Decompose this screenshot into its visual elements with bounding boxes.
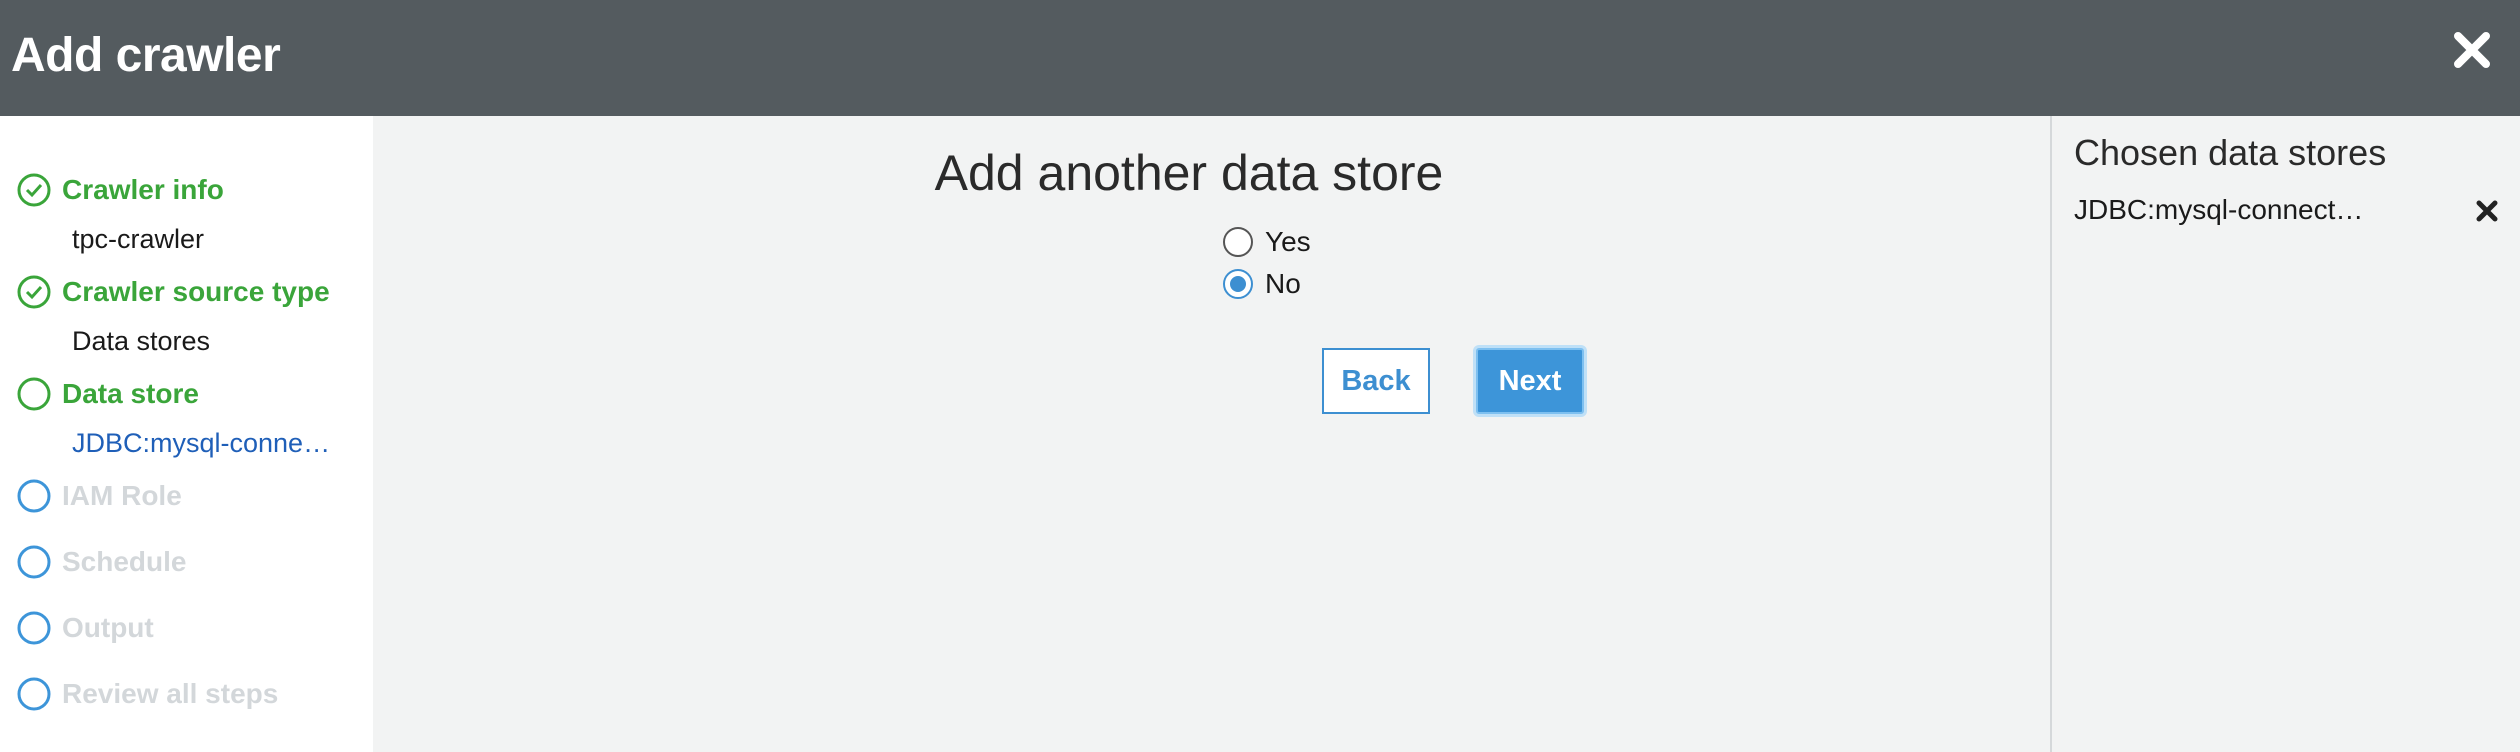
radio-button[interactable]: [1223, 227, 1253, 257]
main-content: Add another data store Yes No Back Next: [373, 116, 2050, 752]
page-title: Add another data store: [934, 145, 1444, 201]
circle-icon: [17, 479, 51, 513]
radio-button-selected[interactable]: [1223, 269, 1253, 299]
step-crawler-info[interactable]: Crawler info: [16, 170, 224, 210]
data-store-item: JDBC:mysql-connect…: [2074, 194, 2364, 225]
step-label: IAM Role: [62, 480, 182, 511]
step-value: Data stores: [72, 326, 211, 356]
panel-title: Chosen data stores: [2074, 132, 2387, 173]
step-data-store[interactable]: Data store: [16, 374, 199, 414]
chosen-data-stores-panel: Chosen data stores JDBC:mysql-connect…: [2050, 116, 2520, 752]
step-label: Schedule: [62, 546, 187, 577]
radio-label: No: [1265, 268, 1301, 299]
circle-icon: [17, 377, 51, 411]
step-iam-role: IAM Role: [16, 476, 182, 516]
step-review: Review all steps: [16, 674, 278, 714]
next-button[interactable]: Next: [1476, 348, 1584, 414]
step-label: Crawler info: [62, 174, 224, 205]
check-circle-icon: [17, 275, 51, 309]
circle-icon: [17, 677, 51, 711]
remove-icon[interactable]: [2474, 198, 2500, 224]
step-crawler-source-type[interactable]: Crawler source type: [16, 272, 330, 312]
step-output: Output: [16, 608, 154, 648]
step-label: Review all steps: [62, 678, 279, 709]
steps-sidebar: Crawler info tpc-crawler Crawler source …: [0, 116, 373, 752]
step-value-link[interactable]: JDBC:mysql-conne…: [72, 428, 330, 459]
close-icon[interactable]: [2450, 28, 2494, 72]
step-schedule: Schedule: [16, 542, 186, 582]
radio-no[interactable]: No: [1223, 268, 1301, 300]
modal-title: Add crawler: [11, 29, 281, 82]
step-label: Crawler source type: [62, 276, 330, 307]
modal-header: Add crawler: [0, 0, 2520, 116]
radio-label: Yes: [1265, 226, 1311, 257]
circle-icon: [17, 611, 51, 645]
step-label: Data store: [62, 378, 199, 409]
back-button[interactable]: Back: [1322, 348, 1430, 414]
radio-yes[interactable]: Yes: [1223, 226, 1311, 258]
circle-icon: [17, 545, 51, 579]
check-circle-icon: [17, 173, 51, 207]
step-label: Output: [62, 612, 154, 643]
step-value: tpc-crawler: [72, 224, 205, 254]
